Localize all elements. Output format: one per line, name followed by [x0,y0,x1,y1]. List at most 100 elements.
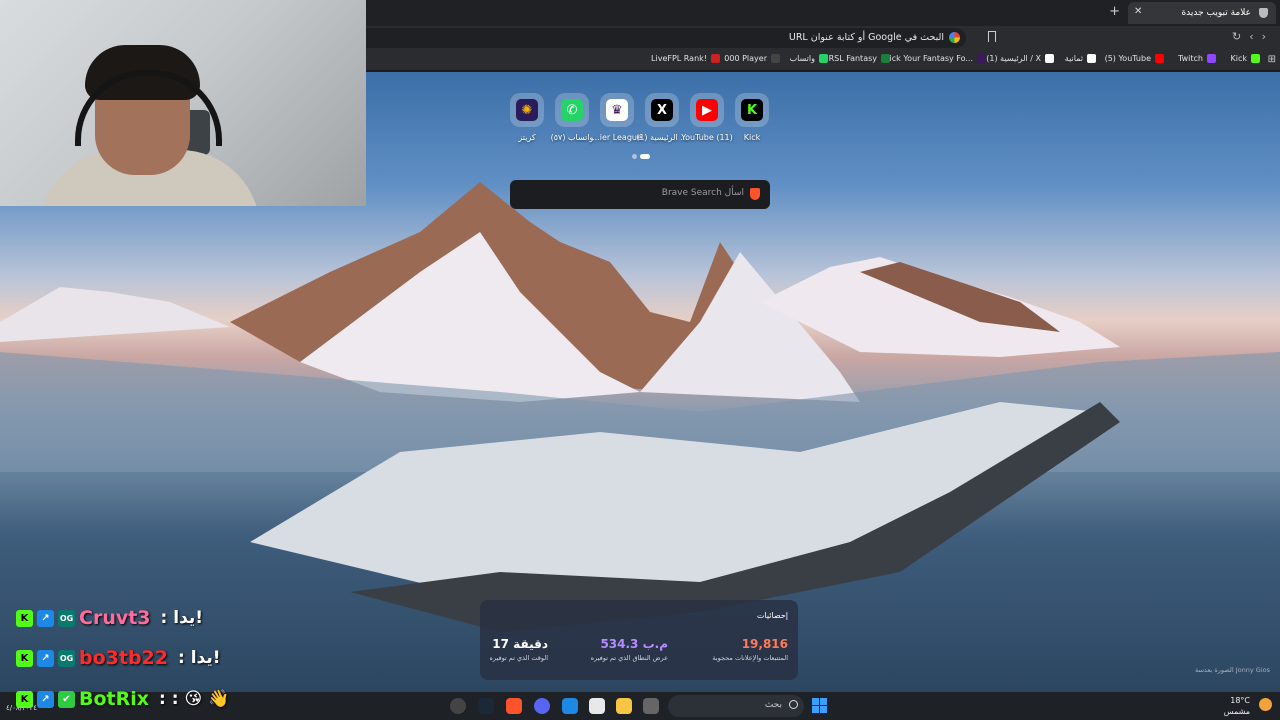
twitch-icon [1207,54,1216,63]
bookmark-livefpl[interactable]: LiveFPL Rank! [651,54,720,63]
tab-close-icon[interactable]: ✕ [1134,6,1142,17]
speed-dial-x[interactable]: X [645,93,679,127]
windows-start-icon[interactable] [812,698,827,713]
bookmark-thmanyah[interactable]: ثمانية [1065,54,1096,63]
weather-description: مشمس [1223,707,1250,716]
store-icon[interactable] [589,698,605,714]
sun-icon [1259,698,1272,711]
speed-dial-label: كريتز [518,133,536,142]
google-icon [949,32,960,43]
og-badge-icon: OG [58,609,75,627]
weather-temperature: 18°C [1230,696,1250,705]
task-view-icon[interactable] [643,698,659,714]
chat-text: : : 😘 👋 [159,689,230,709]
stat-label: الوقت الذي تم توفيره [489,654,548,662]
stat-bandwidth-saved: 534.3 م.ب عرض النطاق الذي تم توفيره [591,637,668,662]
speed-dial-label: ...ier League [592,133,642,142]
kick-icon [1251,54,1260,63]
bookmark-twitch[interactable]: Twitch [1178,54,1216,63]
address-bar-row: البحث في Google أو كتابة عنوان URL ↻‹› [366,26,1280,50]
bookmark-label: Pick Your Fantasy Fo... [884,54,973,63]
apps-grid-icon[interactable]: ⊞ [1268,54,1276,65]
taskbar-search-label: بحث [764,700,782,710]
rsl-icon [881,54,890,63]
speed-dial-kritz[interactable]: ✺ [510,93,544,127]
brave-shield-icon [1259,8,1268,18]
tab-new-tab[interactable]: ✕ علامة تبويب جديدة [1128,2,1276,24]
chat-message: K ↗ ✔ BotRix : : 😘 👋 [16,688,229,710]
bookmark-youtube[interactable]: (5) YouTube [1105,54,1164,63]
youtube-icon [1155,54,1164,63]
chat-text: : يدا! [178,648,221,668]
youtube-icon: ▶ [696,99,718,121]
livefpl-icon [711,54,720,63]
taskbar-search[interactable]: بحث [668,695,804,717]
tab-title: علامة تبويب جديدة [1181,8,1251,18]
bookmark-label: 000 Player [724,54,767,63]
stat-value: 534.3 م.ب [600,637,668,651]
speed-dial-label: (1) الرئيسية ... [636,133,688,142]
bookmark-whatsapp[interactable]: واتساب [790,54,828,63]
kick-badge-icon: K [16,609,33,627]
chat-message: K ↗ OG bo3tb22 : يدا! [16,647,221,669]
bookmark-player[interactable]: 000 Player [724,54,780,63]
kick-badge-icon: K [16,690,33,708]
back-icon[interactable]: ‹ [1249,30,1261,43]
speed-dial-kick[interactable]: K [735,93,769,127]
bookmark-icon[interactable] [988,31,996,42]
reload-icon[interactable]: ↻ [1232,30,1249,43]
chat-message: K ↗ OG Cruvt3 : يدا! [16,607,203,629]
discord-icon[interactable] [534,698,550,714]
steam-icon[interactable] [478,698,494,714]
chat-username: bo3tb22 [79,647,168,669]
stats-title: إحصائيات [756,611,788,620]
brave-search-box[interactable]: اسأل Brave Search [510,180,770,209]
chat-username: BotRix [79,688,150,710]
speed-dial-youtube[interactable]: ▶ [690,93,724,127]
og-badge-icon: OG [58,649,75,667]
sub-badge-icon: ↗ [37,609,54,627]
kick-badge-icon: K [16,649,33,667]
webcam-overlay [0,0,366,206]
address-bar[interactable]: البحث في Google أو كتابة عنوان URL [366,28,966,48]
bookmark-label: واتساب [789,54,815,63]
sub-badge-icon: ↗ [37,649,54,667]
bookmark-rsl-fantasy[interactable]: RSL Fantasy [829,54,890,63]
x-icon [1045,54,1054,63]
weather-widget[interactable]: 18°C مشمس [1224,695,1250,717]
bookmark-label: (5) YouTube [1104,54,1151,63]
bookmark-x-home[interactable]: (1) الرئيسية / X [986,54,1054,63]
speed-dial-pager [632,154,650,159]
bookmark-fantasy[interactable]: Pick Your Fantasy Fo... [885,54,986,63]
forward-icon[interactable]: › [1262,30,1274,43]
player-icon [771,54,780,63]
search-icon [789,700,798,709]
bookmarks-bar: ⊞ Kick Twitch (5) YouTube ثمانية (1) الر… [366,50,1280,71]
chat-username: Cruvt3 [79,607,151,629]
search-placeholder: اسأل Brave Search [661,188,744,198]
bookmark-kick[interactable]: Kick [1231,54,1260,63]
edge-icon[interactable] [562,698,578,714]
obs-icon[interactable] [450,698,466,714]
stat-value: 17 دقيقة [492,637,548,651]
speed-dial-premier-league[interactable]: ♛ [600,93,634,127]
tab-bar: + ✕ علامة تبويب جديدة [366,0,1280,26]
bookmark-label: ثمانية [1064,54,1083,63]
thmanyah-icon [1087,54,1096,63]
stat-time-saved: 17 دقيقة الوقت الذي تم توفيره [490,637,548,662]
photo-credit[interactable]: الصورة بعدسة Jonny Gios [1195,666,1270,674]
new-tab-button[interactable]: + [1109,4,1120,19]
x-icon: X [651,99,673,121]
speed-dial-whatsapp[interactable]: ✆ [555,93,589,127]
pager-dot[interactable] [632,154,637,159]
stat-value: 19,816 [741,637,788,651]
chat-text: : يدا! [160,608,204,628]
bookmark-label: Twitch [1178,54,1203,63]
pager-dot-active[interactable] [640,154,650,159]
brave-icon[interactable] [506,698,522,714]
file-explorer-icon[interactable] [616,698,632,714]
premier-league-icon [977,54,986,63]
stat-label: المتتبعات والإعلانات محجوبة [712,654,788,662]
stat-trackers-blocked: 19,816 المتتبعات والإعلانات محجوبة [712,637,788,662]
bookmark-label: RSL Fantasy [828,54,877,63]
